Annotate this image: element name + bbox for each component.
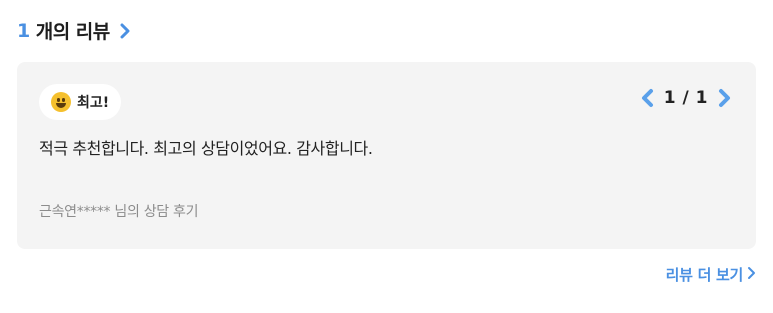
review-body: 적극 추천합니다. 최고의 상담이었어요. 감사합니다.	[39, 139, 373, 158]
review-pager: 1 / 1	[640, 88, 732, 108]
chevron-left-icon[interactable]	[640, 88, 656, 108]
chevron-right-icon	[119, 23, 131, 39]
review-card: 최고! 1 / 1 적극 추천합니다. 최고의 상담이었어요. 감사합니다. 근…	[17, 62, 756, 249]
review-section: 1 개의 리뷰 최고! 1 / 1 적극 추천합니다. 최고의 상담이었어요. 감…	[0, 0, 773, 313]
chevron-right-icon	[746, 266, 756, 284]
review-count: 1	[17, 19, 30, 42]
smiling-face-icon	[51, 92, 71, 112]
more-reviews-label: 리뷰 더 보기	[665, 266, 744, 284]
review-count-header[interactable]: 1 개의 리뷰	[17, 17, 131, 44]
rating-badge: 최고!	[39, 84, 122, 120]
more-reviews-link[interactable]: 리뷰 더 보기	[666, 264, 756, 285]
chevron-right-icon[interactable]	[716, 88, 732, 108]
rating-label: 최고!	[77, 95, 110, 111]
review-title: 개의 리뷰	[35, 21, 111, 43]
pager-text: 1 / 1	[663, 88, 708, 108]
review-author-line: 근속연***** 님의 상담 후기	[39, 204, 199, 220]
